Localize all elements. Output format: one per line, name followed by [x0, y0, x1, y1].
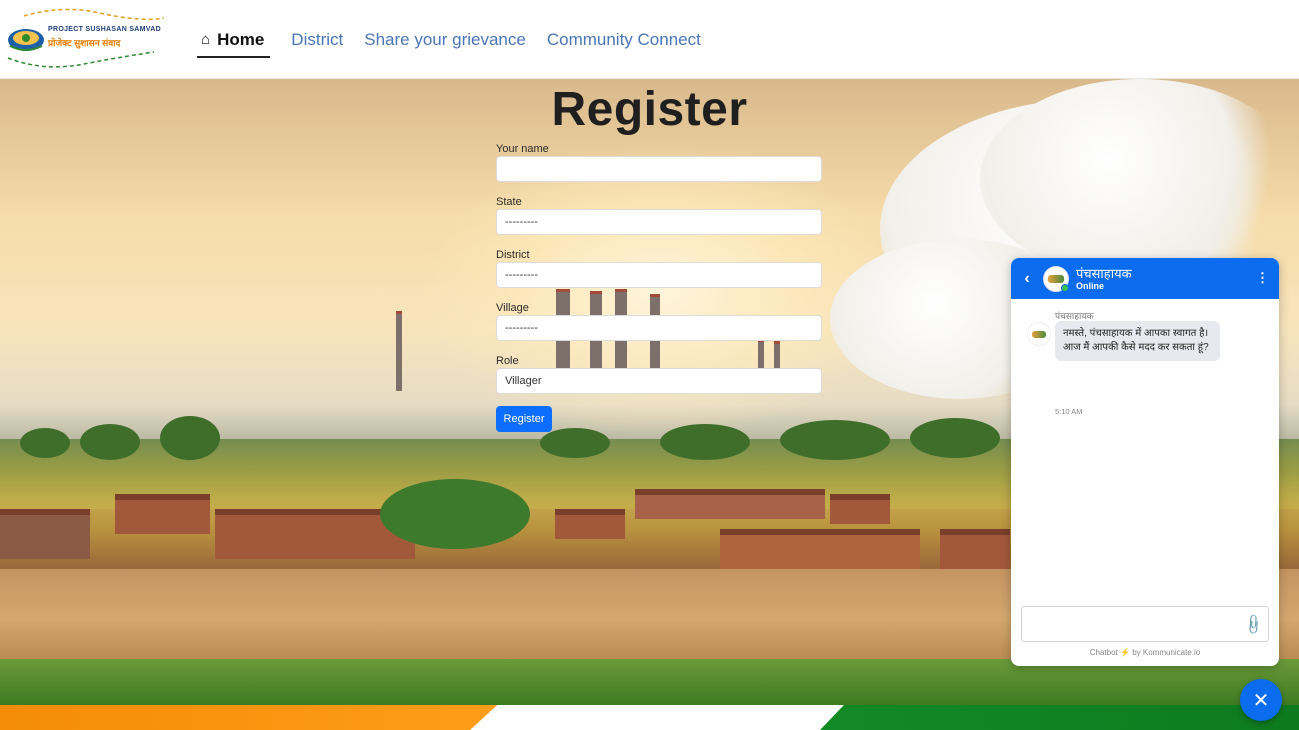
close-chat-button[interactable]: ✕ [1240, 679, 1282, 721]
district-field-group: District --------- [496, 248, 822, 288]
message-timestamp: 5:10 AM [1055, 407, 1083, 416]
close-icon: ✕ [1252, 689, 1270, 712]
bot-logo-icon [1048, 274, 1064, 283]
chat-avatar [1043, 265, 1069, 292]
back-arrow-icon[interactable]: ‹ [1011, 270, 1043, 288]
chat-title-block: पंचसाहायक Online [1076, 266, 1132, 292]
home-icon: ⌂ [201, 31, 211, 48]
chat-message-input[interactable]: 📎 [1021, 606, 1269, 642]
chat-powered-by: Chatbot ⚡ by Kommunicate.io [1011, 648, 1279, 657]
lightning-icon: ⚡ [1120, 648, 1130, 657]
village-field-group: Village --------- [496, 301, 822, 341]
chat-title: पंचसाहायक [1076, 265, 1132, 281]
register-button[interactable]: Register [496, 406, 552, 432]
white-stripe [470, 705, 860, 730]
role-select[interactable]: Villager [496, 368, 822, 394]
message-bubble: नमस्ते, पंचसाहायक में आपका स्वागत है। आज… [1055, 321, 1220, 361]
nav-item-district[interactable]: District [291, 0, 343, 79]
chat-widget: ‹ पंचसाहायक Online ⋮ पंचसाहायक नमस्ते, प… [1011, 258, 1279, 666]
green-stripe [820, 705, 1299, 730]
chat-footer-prefix: Chatbot [1089, 648, 1118, 657]
name-field-group: Your name [496, 142, 822, 182]
village-select[interactable]: --------- [496, 315, 822, 341]
chat-header: ‹ पंचसाहायक Online ⋮ [1011, 258, 1279, 299]
project-logo[interactable]: PROJECT SUSHASAN SAMVAD प्रोजेक्ट सुशासन… [4, 8, 172, 72]
name-label: Your name [496, 143, 549, 155]
paperclip-icon[interactable]: 📎 [1241, 612, 1266, 636]
nav-item-share-grievance[interactable]: Share your grievance [364, 0, 526, 79]
message-avatar [1027, 322, 1051, 346]
logo-text-english: PROJECT SUSHASAN SAMVAD [48, 26, 161, 33]
chat-status: Online [1076, 280, 1105, 291]
name-input[interactable] [496, 156, 822, 182]
chat-messages: पंचसाहायक नमस्ते, पंचसाहायक में आपका स्व… [1011, 299, 1279, 599]
register-form: Your name State --------- District -----… [496, 142, 822, 432]
nav-links: ⌂ Home District Share your grievance Com… [197, 0, 722, 79]
district-select[interactable]: --------- [496, 262, 822, 288]
nav-item-home[interactable]: ⌂ Home [197, 0, 271, 79]
factory-chimney [396, 311, 402, 391]
state-field-group: State --------- [496, 195, 822, 235]
role-label: Role [496, 355, 519, 367]
top-navbar: PROJECT SUSHASAN SAMVAD प्रोजेक्ट सुशासन… [0, 0, 1299, 79]
nav-item-home-label: Home [217, 29, 265, 49]
bot-logo-icon [1032, 330, 1046, 338]
logo-text-hindi: प्रोजेक्ट सुशासन संवाद [48, 38, 121, 48]
tricolor-footer [0, 705, 1299, 730]
page-title: Register [551, 83, 748, 136]
district-label: District [496, 249, 530, 261]
more-options-icon[interactable]: ⋮ [1256, 270, 1269, 286]
state-label: State [496, 196, 522, 208]
state-select[interactable]: --------- [496, 209, 822, 235]
chat-footer-suffix[interactable]: by Kommunicate.io [1132, 648, 1200, 657]
nav-item-community-connect[interactable]: Community Connect [547, 0, 701, 79]
role-field-group: Role Villager [496, 354, 822, 394]
saffron-stripe [0, 705, 520, 730]
village-label: Village [496, 302, 529, 314]
online-status-dot [1061, 283, 1069, 292]
